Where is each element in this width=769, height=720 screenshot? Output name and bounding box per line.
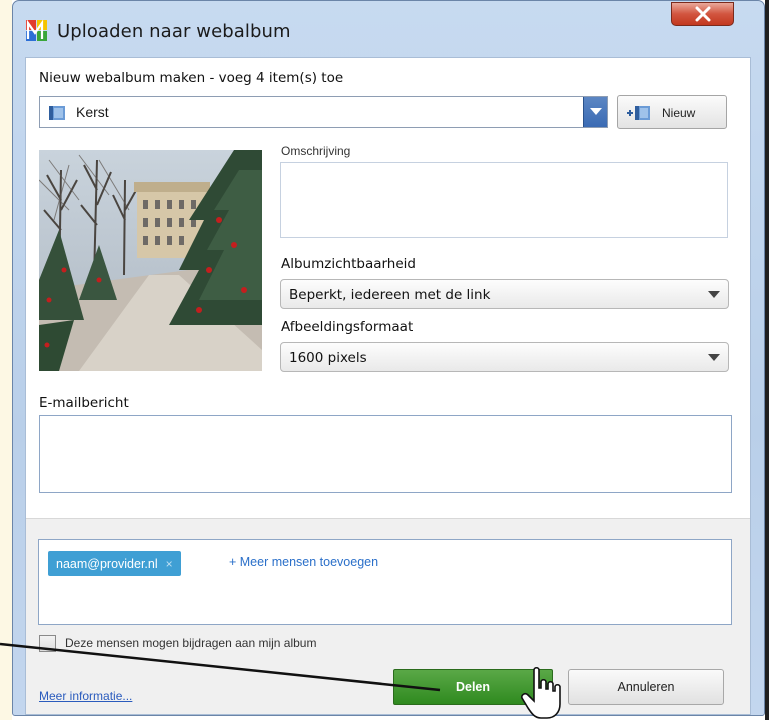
visibility-select[interactable]: Beperkt, iedereen met de link [280,279,729,309]
dialog-body: Nieuw webalbum maken - voeg 4 item(s) to… [25,57,751,715]
recipient-chip[interactable]: naam@provider.nl × [48,551,181,576]
share-footer: naam@provider.nl × + Meer mensen toevoeg… [26,518,750,714]
window-edge [765,0,769,720]
album-book-icon [49,106,65,120]
size-label: Afbeeldingsformaat [281,319,414,335]
share-button[interactable]: Delen [393,669,553,705]
new-album-button[interactable]: Nieuw [617,95,727,129]
more-info-link[interactable]: Meer informatie... [39,689,132,703]
email-message-input[interactable] [39,415,732,493]
new-album-icon [627,106,650,120]
close-icon [695,6,710,22]
cancel-button[interactable]: Annuleren [568,669,724,705]
album-cover-photo [39,150,262,371]
description-input[interactable] [280,162,728,238]
visibility-value: Beperkt, iedereen met de link [289,287,491,303]
cancel-button-label: Annuleren [617,680,675,694]
visibility-label: Albumzichtbaarheid [281,256,416,272]
album-dropdown-button[interactable] [583,97,607,127]
recipient-chip-label: naam@provider.nl [56,556,158,571]
chevron-down-icon [708,291,720,298]
window-title: Uploaden naar webalbum [57,21,291,42]
new-album-label: Nieuw [662,106,696,120]
instruction-text: Nieuw webalbum maken - voeg 4 item(s) to… [39,70,344,86]
size-select[interactable]: 1600 pixels [280,342,729,372]
chevron-down-icon [708,354,720,361]
picasa-logo-icon [26,19,47,41]
add-more-people-link[interactable]: + Meer mensen toevoegen [229,555,378,569]
share-button-label: Delen [455,680,491,694]
close-button[interactable] [671,2,734,26]
chevron-down-icon [589,108,602,115]
recipients-input[interactable]: naam@provider.nl × + Meer mensen toevoeg… [38,539,732,625]
background-strip [0,0,12,720]
contribute-label: Deze mensen mogen bijdragen aan mijn alb… [65,636,317,650]
email-label: E-mailbericht [39,395,129,411]
album-select-value: Kerst [76,104,109,120]
size-value: 1600 pixels [289,350,367,366]
title-bar[interactable]: Uploaden naar webalbum [13,1,764,57]
description-label: Omschrijving [281,144,351,158]
remove-recipient-icon[interactable]: × [166,557,173,571]
album-select[interactable]: Kerst [39,96,608,128]
contribute-checkbox[interactable] [39,635,56,652]
